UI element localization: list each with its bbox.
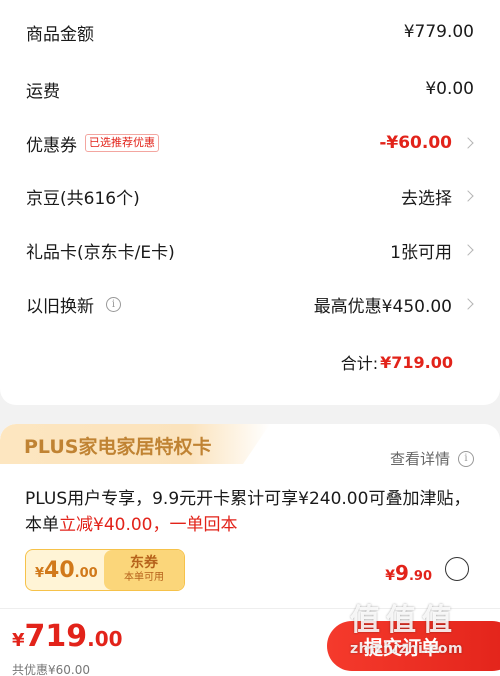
- jingdou-value: 去选择: [401, 188, 452, 209]
- coupon-label: 优惠券: [26, 135, 77, 156]
- order-summary-card: 商品金额 ¥779.00 运费 ¥0.00 优惠券 已选推荐优惠 -¥60.00…: [0, 0, 500, 405]
- bottom-bar: ¥ 719 .00 共优惠¥60.00 提交订单: [0, 608, 500, 676]
- goods-amount-label: 商品金额: [26, 24, 94, 45]
- trade-in-label: 以旧换新: [26, 296, 94, 317]
- plus-card: PLUS家电家居特权卡 查看详情 i PLUS用户专享，9.9元开卡累计可享¥2…: [0, 424, 500, 614]
- chevron-right-icon: [462, 190, 474, 202]
- plus-detail-label: 查看详情: [389, 450, 450, 468]
- plus-card-select-radio[interactable]: [445, 557, 469, 581]
- final-price: ¥ 719 .00: [12, 619, 123, 654]
- plus-coupon: ¥ 40 .00 东券 本单可用: [25, 549, 185, 591]
- gift-card-row[interactable]: 礼品卡(京东卡/E卡) 1张可用: [26, 235, 474, 265]
- total-value: ¥719.00: [380, 352, 453, 372]
- goods-amount-row: 商品金额 ¥779.00: [26, 17, 474, 47]
- plus-card-description: PLUS用户专享，9.9元开卡累计可享¥240.00可叠加津贴，本单立减¥40.…: [25, 486, 475, 538]
- coupon-value: -¥60.00: [379, 133, 452, 153]
- plus-card-title: PLUS家电家居特权卡: [24, 436, 212, 458]
- shipping-value: ¥0.00: [425, 79, 474, 99]
- plus-coupon-amount: ¥ 40 .00: [35, 557, 98, 583]
- submit-order-button[interactable]: 提交订单: [327, 621, 500, 671]
- plus-coupon-tag: 东券 本单可用: [104, 550, 184, 590]
- plus-desc-highlight: 立减¥40.00，一单回本: [59, 515, 238, 535]
- plus-card-price: ¥ 9 .90: [385, 561, 432, 585]
- coupon-row[interactable]: 优惠券 已选推荐优惠 -¥60.00: [26, 128, 474, 158]
- info-icon[interactable]: i: [458, 450, 474, 467]
- jingdou-label: 京豆(共616个): [26, 188, 140, 209]
- trade-in-row[interactable]: 以旧换新 i 最高优惠¥450.00: [26, 289, 474, 319]
- trade-in-value: 最高优惠¥450.00: [313, 296, 452, 317]
- chevron-right-icon: [462, 298, 474, 310]
- total-label: 合计:: [340, 354, 379, 373]
- chevron-right-icon: [462, 244, 474, 256]
- gift-card-label: 礼品卡(京东卡/E卡): [26, 242, 175, 263]
- chevron-right-icon: [462, 137, 474, 149]
- plus-coupon-subtitle: 本单可用: [124, 572, 164, 583]
- shipping-row: 运费 ¥0.00: [26, 74, 474, 104]
- goods-amount-value: ¥779.00: [403, 22, 474, 42]
- info-icon[interactable]: i: [106, 296, 121, 312]
- plus-coupon-title: 东券: [130, 555, 158, 571]
- gift-card-value: 1张可用: [390, 242, 452, 263]
- final-discount: 共优惠¥60.00: [12, 663, 90, 676]
- plus-detail-link[interactable]: 查看详情 i: [390, 448, 474, 469]
- total-row: 合计: ¥719.00: [341, 350, 453, 374]
- coupon-recommended-tag: 已选推荐优惠: [85, 134, 159, 152]
- jingdou-row[interactable]: 京豆(共616个) 去选择: [26, 181, 474, 211]
- shipping-label: 运费: [26, 81, 60, 102]
